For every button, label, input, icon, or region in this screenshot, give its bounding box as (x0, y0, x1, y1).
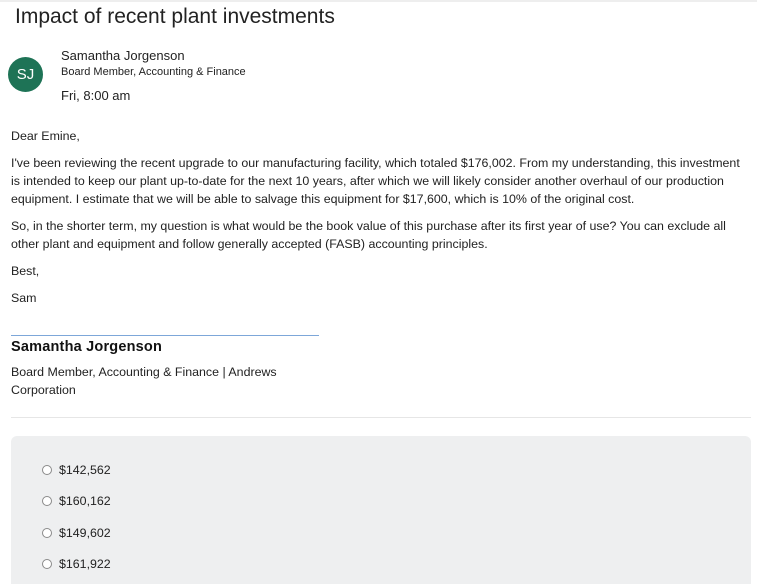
email-sign-off: Sam (11, 291, 37, 305)
answer-option-label: $142,562 (59, 463, 111, 477)
answer-options-panel: $142,562 $160,162 $149,602 $161,922 (11, 436, 751, 584)
radio-button[interactable] (42, 465, 52, 475)
answer-option[interactable]: $161,922 (42, 557, 111, 571)
email-body: Dear Emine, I've been reviewing the rece… (11, 127, 746, 316)
radio-button[interactable] (42, 559, 52, 569)
sender-name: Samantha Jorgenson (61, 48, 185, 63)
email-greeting: Dear Emine, (11, 129, 80, 143)
email-paragraph: I've been reviewing the recent upgrade t… (11, 156, 740, 206)
radio-button[interactable] (42, 528, 52, 538)
answer-option[interactable]: $160,162 (42, 494, 111, 508)
email-subject: Impact of recent plant investments (15, 5, 335, 28)
section-divider (11, 417, 751, 418)
radio-button[interactable] (42, 496, 52, 506)
sender-avatar: SJ (8, 57, 43, 92)
answer-option-label: $161,922 (59, 557, 111, 571)
answer-option-label: $160,162 (59, 494, 111, 508)
answer-option[interactable]: $149,602 (42, 526, 111, 540)
sent-time: Fri, 8:00 am (61, 88, 131, 103)
email-paragraph: So, in the shorter term, my question is … (11, 219, 726, 251)
answer-option-label: $149,602 (59, 526, 111, 540)
signature-divider (11, 335, 319, 336)
signature-title: Board Member, Accounting & Finance | And… (11, 365, 277, 397)
sender-title: Board Member, Accounting & Finance (61, 66, 246, 78)
signature-name: Samantha Jorgenson (11, 339, 163, 355)
email-view: Impact of recent plant investments SJ Sa… (0, 0, 757, 584)
answer-option[interactable]: $142,562 (42, 463, 111, 477)
email-closing: Best, (11, 264, 40, 278)
avatar-initials: SJ (16, 66, 35, 83)
